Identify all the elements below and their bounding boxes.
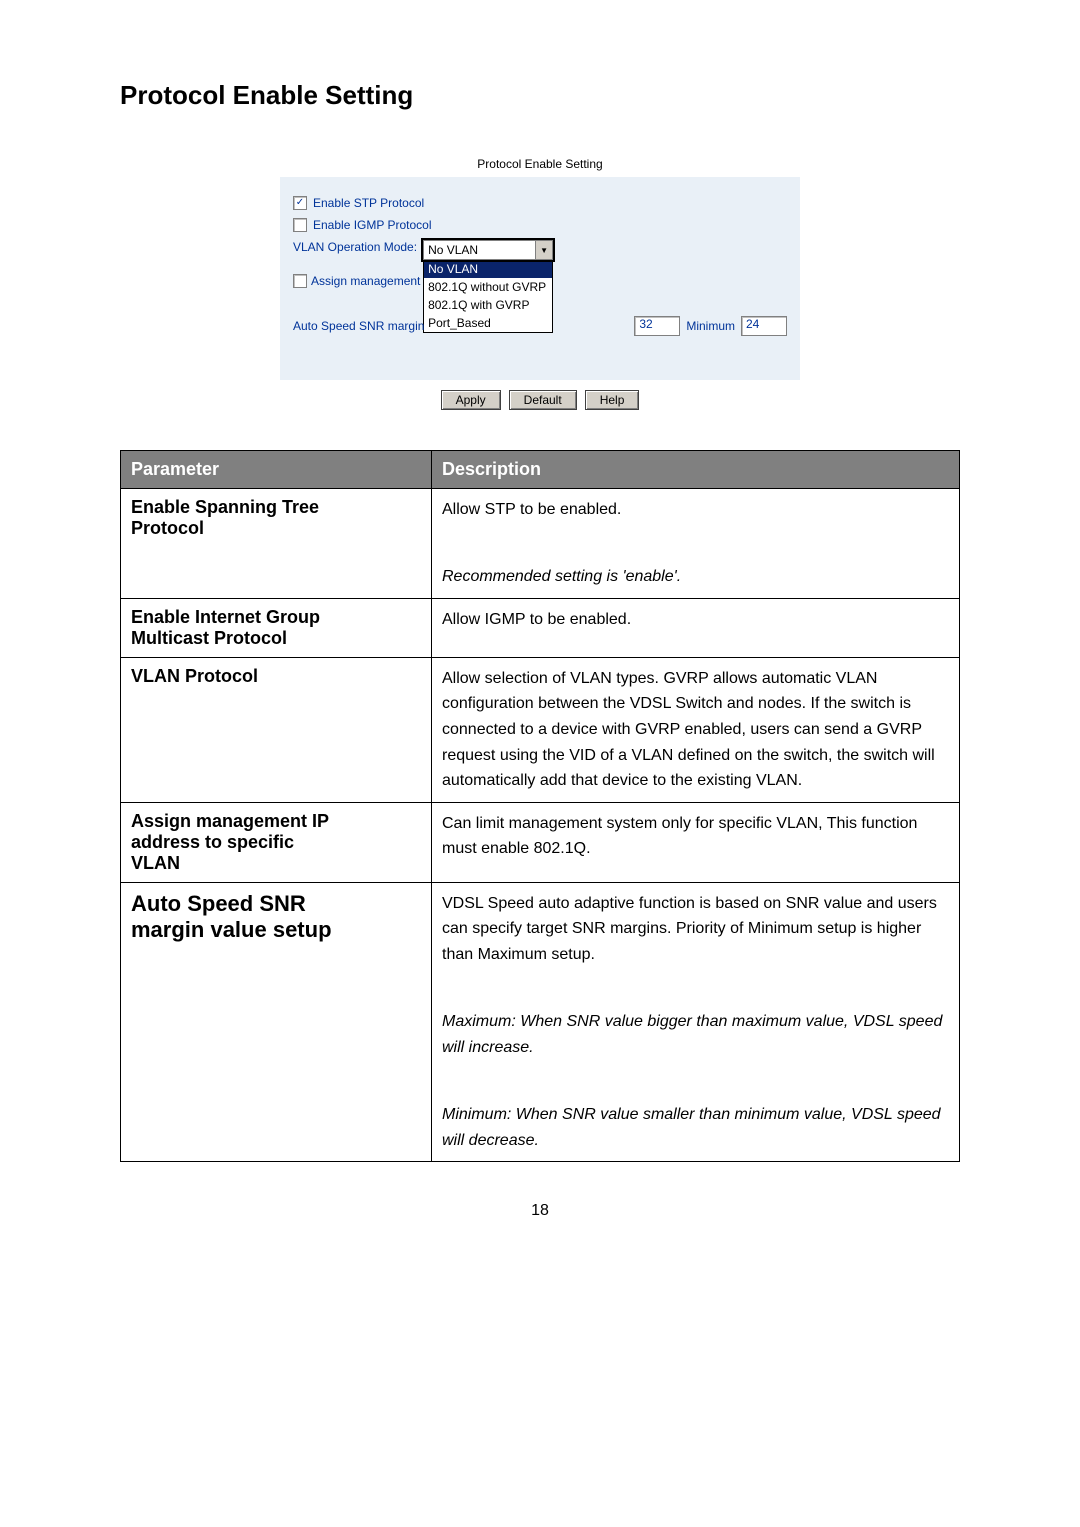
param-desc: Allow IGMP to be enabled.: [442, 607, 949, 633]
enable-igmp-checkbox[interactable]: [293, 218, 307, 232]
settings-panel: ✓ Enable STP Protocol Enable IGMP Protoc…: [280, 177, 800, 380]
default-button[interactable]: Default: [509, 390, 577, 410]
param-label: Multicast Protocol: [131, 628, 421, 649]
param-label: address to specific: [131, 832, 421, 853]
param-label: VLAN Protocol: [131, 666, 421, 687]
param-label: Auto Speed SNR: [131, 891, 421, 917]
snr-margin-label: Auto Speed SNR margin: [293, 319, 424, 333]
enable-stp-checkbox[interactable]: ✓: [293, 196, 307, 210]
vlan-mode-label: VLAN Operation Mode:: [293, 240, 417, 254]
param-desc: Can limit management system only for spe…: [442, 811, 949, 862]
table-row: Enable Internet Group Multicast Protocol…: [121, 598, 960, 657]
param-desc-italic: Maximum: When SNR value bigger than maxi…: [442, 1009, 949, 1060]
table-header-row: Parameter Description: [121, 451, 960, 489]
snr-min-label: Minimum: [686, 319, 735, 333]
vlan-option-8021q-gvrp[interactable]: 802.1Q with GVRP: [424, 296, 552, 314]
header-description: Description: [432, 451, 960, 489]
param-desc: Allow selection of VLAN types. GVRP allo…: [442, 666, 949, 794]
snr-max-input[interactable]: 32: [634, 316, 680, 336]
embedded-screenshot: Protocol Enable Setting ✓ Enable STP Pro…: [120, 151, 960, 410]
snr-min-input[interactable]: 24: [741, 316, 787, 336]
param-desc: Allow STP to be enabled.: [442, 497, 949, 523]
param-label: margin value setup: [131, 917, 421, 943]
assign-mgmt-label: Assign management: [311, 274, 420, 288]
header-parameter: Parameter: [121, 451, 432, 489]
assign-mgmt-checkbox[interactable]: [293, 274, 307, 288]
param-desc-italic: Minimum: When SNR value smaller than min…: [442, 1102, 949, 1153]
table-row: VLAN Protocol Allow selection of VLAN ty…: [121, 657, 960, 802]
apply-button[interactable]: Apply: [441, 390, 501, 410]
enable-stp-label: Enable STP Protocol: [313, 196, 424, 210]
vlan-option-8021q-no-gvrp[interactable]: 802.1Q without GVRP: [424, 278, 552, 296]
param-label: VLAN: [131, 853, 421, 874]
vlan-mode-select[interactable]: No VLAN ▼: [423, 240, 553, 260]
vlan-mode-value: No VLAN: [424, 241, 535, 259]
table-row: Assign management IP address to specific…: [121, 802, 960, 882]
page-number: 18: [120, 1202, 960, 1220]
param-label: Enable Internet Group: [131, 607, 421, 628]
param-label: Protocol: [131, 518, 421, 539]
enable-stp-row: ✓ Enable STP Protocol: [293, 196, 787, 210]
param-desc-italic: Recommended setting is 'enable'.: [442, 564, 949, 590]
chevron-down-icon[interactable]: ▼: [535, 241, 552, 259]
screenshot-caption: Protocol Enable Setting: [280, 151, 800, 177]
help-button[interactable]: Help: [585, 390, 640, 410]
enable-igmp-row: Enable IGMP Protocol: [293, 218, 787, 232]
parameter-table: Parameter Description Enable Spanning Tr…: [120, 450, 960, 1162]
table-row: Enable Spanning Tree Protocol Allow STP …: [121, 489, 960, 599]
param-label: Enable Spanning Tree: [131, 497, 421, 518]
table-row: Auto Speed SNR margin value setup VDSL S…: [121, 882, 960, 1161]
page-title: Protocol Enable Setting: [120, 80, 960, 111]
button-row: Apply Default Help: [280, 390, 800, 410]
enable-igmp-label: Enable IGMP Protocol: [313, 218, 432, 232]
param-desc: VDSL Speed auto adaptive function is bas…: [442, 891, 949, 968]
param-label: Assign management IP: [131, 811, 421, 832]
vlan-option-no-vlan[interactable]: No VLAN: [424, 260, 552, 278]
